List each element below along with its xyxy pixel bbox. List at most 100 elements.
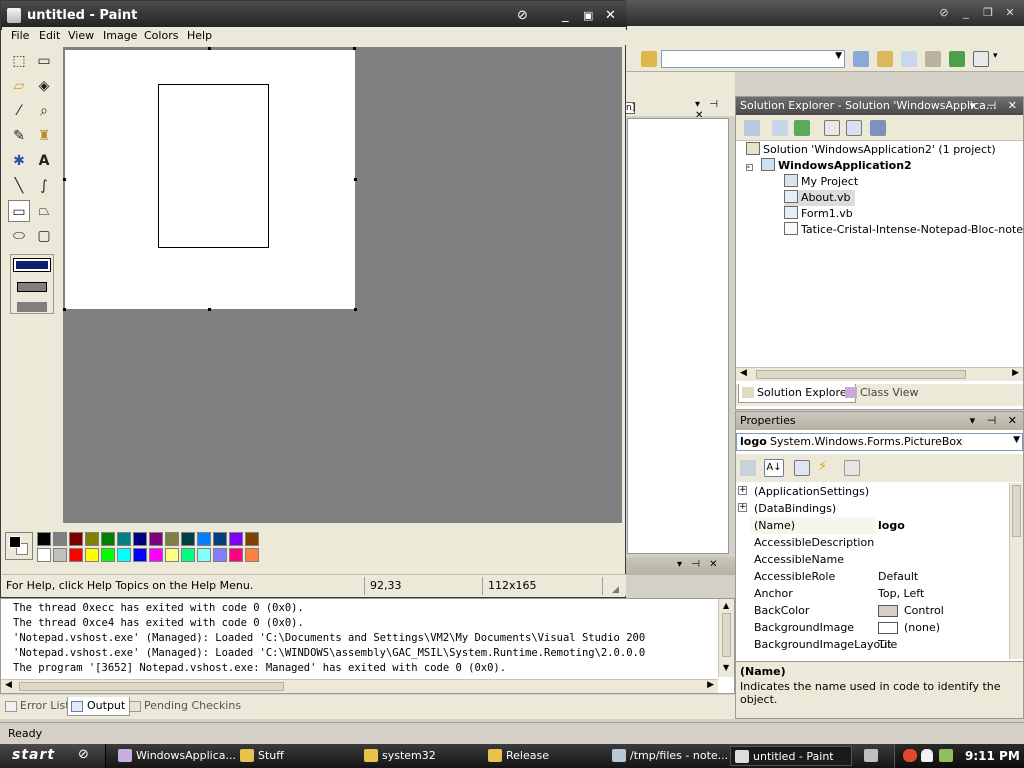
find-icon[interactable] xyxy=(853,51,869,67)
scroll-thumb[interactable] xyxy=(1012,485,1021,537)
palette-swatch[interactable] xyxy=(133,548,147,562)
paint-canvas[interactable] xyxy=(65,50,355,309)
solution-explorer-controls[interactable]: ▾ ⊣ ✕ xyxy=(970,97,1021,115)
palette-swatch[interactable] xyxy=(53,532,67,546)
view-designer-icon[interactable] xyxy=(846,120,862,136)
current-colors[interactable] xyxy=(5,532,33,560)
expand-icon[interactable]: + xyxy=(738,503,747,512)
properties-object-combo[interactable]: logo System.Windows.Forms.PictureBox ▼ xyxy=(736,433,1023,451)
task-stuff[interactable]: Stuff xyxy=(236,746,284,766)
free-select-icon[interactable]: ⬚ xyxy=(8,50,30,72)
scroll-left-icon[interactable]: ◀ xyxy=(5,680,12,690)
keyboard-icon[interactable] xyxy=(864,749,878,762)
pencil-icon[interactable]: ✎ xyxy=(8,125,30,147)
task-notepad[interactable]: /tmp/files - note... xyxy=(608,746,728,766)
menu-file[interactable]: File xyxy=(11,29,29,42)
rectangle-tool-icon[interactable]: ▭ xyxy=(8,200,30,222)
tab-output[interactable]: Output xyxy=(67,697,131,716)
palette-swatch[interactable] xyxy=(149,532,163,546)
tray-ghost-icon[interactable] xyxy=(921,749,933,762)
palette-swatch[interactable] xyxy=(101,532,115,546)
alphabetical-icon[interactable]: A↓ xyxy=(764,459,784,477)
categorized-icon[interactable] xyxy=(740,460,756,476)
prop-row[interactable]: BackgroundImage (none) xyxy=(736,619,1022,636)
vs-minimize-button[interactable]: _ xyxy=(956,4,976,21)
tree-item-form1[interactable]: Form1.vb xyxy=(784,206,853,222)
scroll-thumb[interactable] xyxy=(756,370,966,379)
palette-swatch[interactable] xyxy=(85,548,99,562)
tab-solution-explorer[interactable]: Solution Explorer xyxy=(738,384,857,403)
menu-image[interactable]: Image xyxy=(103,29,137,42)
rounded-rect-tool-icon[interactable]: ▢ xyxy=(33,225,55,247)
resize-handle[interactable] xyxy=(354,178,357,181)
task-paint[interactable]: untitled - Paint xyxy=(730,746,852,766)
task-system32[interactable]: system32 xyxy=(360,746,436,766)
palette-swatch[interactable] xyxy=(197,548,211,562)
prop-row[interactable]: Anchor Top, Left xyxy=(736,585,1022,602)
brush-icon[interactable]: ♜ xyxy=(33,125,55,147)
tree-project[interactable]: - WindowsApplication2 xyxy=(746,158,912,174)
palette-swatch[interactable] xyxy=(69,548,83,562)
property-grid-vscroll[interactable] xyxy=(1009,483,1023,659)
magnifier-icon[interactable]: ⌕ xyxy=(33,100,55,122)
events-icon[interactable]: ⚡ xyxy=(818,459,827,474)
collapse-icon[interactable]: - xyxy=(746,164,753,171)
palette-swatch[interactable] xyxy=(229,532,243,546)
properties-page-icon[interactable] xyxy=(772,120,788,136)
menu-view[interactable]: View xyxy=(68,29,94,42)
polygon-tool-icon[interactable]: ⏢ xyxy=(33,200,55,222)
size-grip-icon[interactable]: ◢ xyxy=(612,579,619,601)
palette-swatch[interactable] xyxy=(149,548,163,562)
paint-close-button[interactable]: ✕ xyxy=(605,1,616,30)
palette-swatch[interactable] xyxy=(85,532,99,546)
palette-swatch[interactable] xyxy=(229,548,243,562)
solution-config-combo[interactable]: ▼ xyxy=(661,50,845,68)
class-diagram-icon[interactable] xyxy=(870,120,886,136)
menu-help[interactable]: Help xyxy=(187,29,212,42)
tree-solution[interactable]: Solution 'WindowsApplication2' (1 projec… xyxy=(746,142,996,158)
properties-view-icon[interactable] xyxy=(794,460,810,476)
solution-explorer-hscroll[interactable]: ◀ ▶ xyxy=(736,367,1023,381)
prop-row[interactable]: AccessibleRole Default xyxy=(736,568,1022,585)
scroll-up-icon[interactable]: ▲ xyxy=(723,601,729,610)
palette-swatch[interactable] xyxy=(53,548,67,562)
solution-explorer-icon[interactable] xyxy=(877,51,893,67)
menu-colors[interactable]: Colors xyxy=(144,29,178,42)
paint-help-icon[interactable]: ⊘ xyxy=(517,1,528,30)
palette-swatch[interactable] xyxy=(133,532,147,546)
palette-swatch[interactable] xyxy=(69,532,83,546)
resize-handle[interactable] xyxy=(63,308,66,311)
prop-row[interactable]: AccessibleName xyxy=(736,551,1022,568)
resize-handle[interactable] xyxy=(354,308,357,311)
curve-tool-icon[interactable]: ∫ xyxy=(33,175,55,197)
tray-network-icon[interactable] xyxy=(939,749,953,762)
toolbar-overflow-icon[interactable]: ▾ xyxy=(993,51,998,61)
toolbox-icon[interactable] xyxy=(925,51,941,67)
tree-item-about[interactable]: About.vb xyxy=(784,190,855,206)
scroll-right-icon[interactable]: ▶ xyxy=(1012,368,1019,378)
properties-controls[interactable]: ▾ ⊣ ✕ xyxy=(970,412,1021,430)
prop-row[interactable]: + (DataBindings) xyxy=(736,500,1022,517)
prop-row[interactable]: BackgroundImageLayout Tile xyxy=(736,636,1022,653)
airbrush-icon[interactable]: ✱ xyxy=(8,150,30,172)
ellipse-tool-icon[interactable]: ⬭ xyxy=(8,225,30,247)
properties-icon[interactable] xyxy=(901,51,917,67)
show-all-files-icon[interactable] xyxy=(744,120,760,136)
palette-swatch[interactable] xyxy=(181,532,195,546)
scroll-left-icon[interactable]: ◀ xyxy=(740,368,747,378)
paint-app-icon[interactable] xyxy=(7,8,21,23)
output-vscroll[interactable]: ▲ ▼ xyxy=(718,599,734,677)
tab-pending-checkins[interactable]: Pending Checkins xyxy=(126,697,245,716)
start-page-icon[interactable] xyxy=(949,51,965,67)
palette-swatch[interactable] xyxy=(165,532,179,546)
palette-swatch[interactable] xyxy=(117,548,131,562)
palette-swatch[interactable] xyxy=(37,548,51,562)
palette-swatch[interactable] xyxy=(101,548,115,562)
paint-minimize-button[interactable]: _ xyxy=(562,1,569,30)
palette-swatch[interactable] xyxy=(213,548,227,562)
palette-swatch[interactable] xyxy=(213,532,227,546)
fill-bucket-icon[interactable]: ◈ xyxy=(33,75,55,97)
color-picker-icon[interactable]: ⁄ xyxy=(8,100,30,122)
fill-style-both[interactable] xyxy=(17,282,47,292)
vs-close-button[interactable]: ✕ xyxy=(1000,4,1020,21)
